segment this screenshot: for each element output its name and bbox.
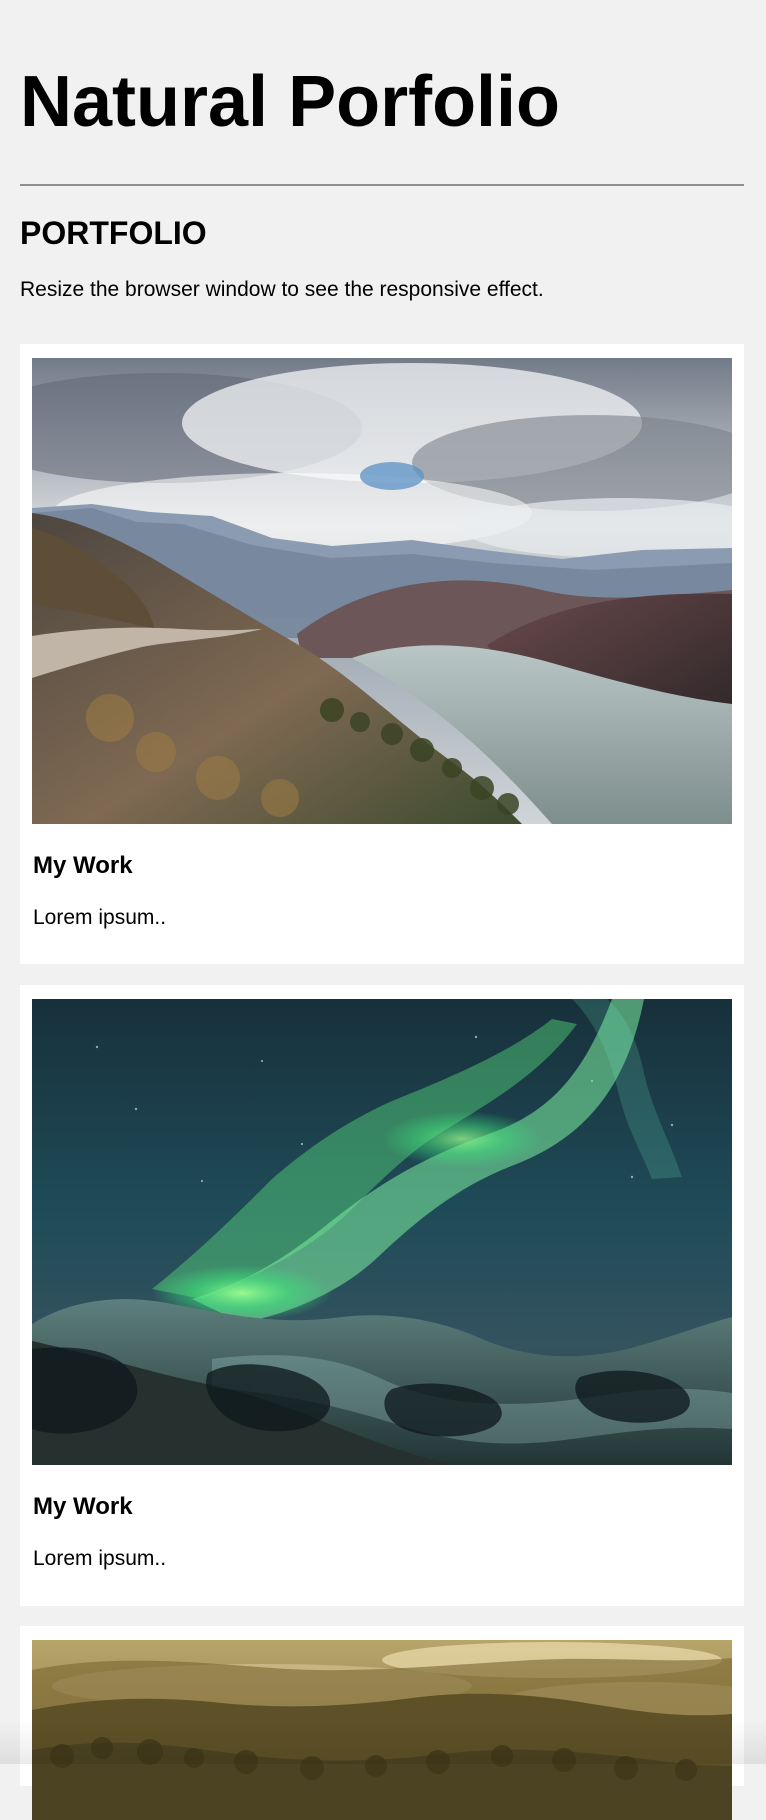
card-description: Lorem ipsum.. xyxy=(33,906,167,929)
portfolio-card xyxy=(20,1626,744,1820)
aurora-image xyxy=(32,999,732,1465)
card-title: My Work xyxy=(33,1493,133,1520)
mountain-lake-illustration xyxy=(32,358,732,824)
portfolio-heading: PORTFOLIO xyxy=(20,215,207,251)
header-divider xyxy=(20,184,744,186)
mountain-lake-image xyxy=(32,358,732,824)
card-description: Lorem ipsum.. xyxy=(33,1547,167,1570)
forest-illustration xyxy=(32,1640,732,1820)
portfolio-intro: Resize the browser window to see the res… xyxy=(20,278,544,301)
card-title: My Work xyxy=(33,852,133,879)
aurora-illustration xyxy=(32,999,732,1465)
portfolio-card: My Work Lorem ipsum.. xyxy=(20,985,744,1606)
portfolio-card: My Work Lorem ipsum.. xyxy=(20,344,744,964)
page-title: Natural Porfolio xyxy=(20,62,561,142)
forest-image xyxy=(32,1640,732,1820)
